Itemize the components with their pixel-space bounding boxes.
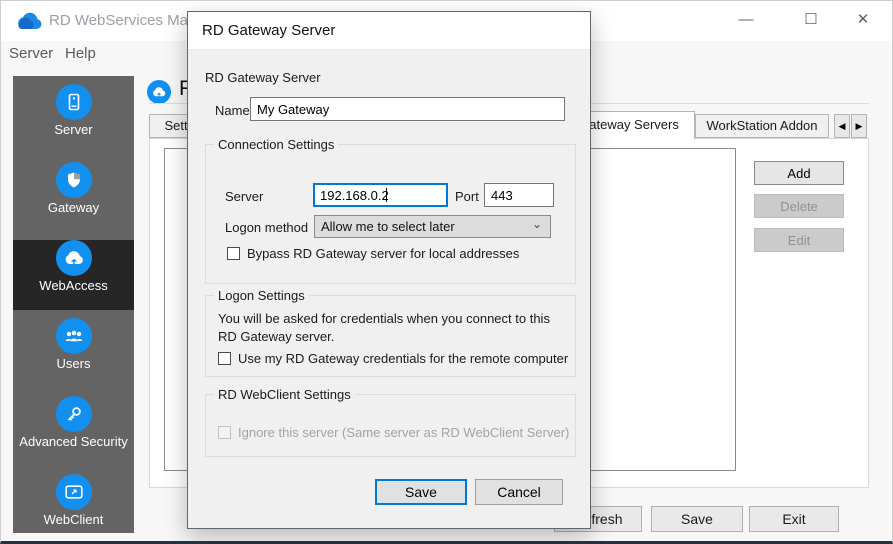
- users-icon: [56, 318, 92, 354]
- monitor-icon: [56, 474, 92, 510]
- shield-icon: [56, 162, 92, 198]
- sidebar-item-label: Gateway: [13, 200, 134, 215]
- sidebar-item-label: WebClient: [13, 512, 134, 527]
- logon-settings-group: Logon Settings You will be asked for cre…: [205, 295, 576, 377]
- sidebar-item-label: Server: [13, 122, 134, 137]
- sidebar: Server Gateway WebAccess: [13, 76, 134, 533]
- tab-scroll-right-icon[interactable]: ▶: [851, 114, 867, 138]
- server-icon: [56, 84, 92, 120]
- webclient-settings-title: RD WebClient Settings: [214, 387, 355, 402]
- use-credentials-label: Use my RD Gateway credentials for the re…: [238, 351, 568, 366]
- sidebar-item-label: WebAccess: [13, 278, 134, 293]
- sidebar-item-users[interactable]: Users: [13, 318, 134, 388]
- connection-settings-group: Connection Settings Server Port Logon me…: [205, 144, 576, 284]
- bypass-gateway-checkbox[interactable]: Bypass RD Gateway server for local addre…: [227, 246, 519, 261]
- dialog-save-button[interactable]: Save: [375, 479, 467, 505]
- dialog-title: RD Gateway Server: [202, 22, 335, 39]
- dialog-titlebar: RD Gateway Server: [188, 12, 590, 50]
- sidebar-item-label: Advanced Security: [13, 434, 134, 449]
- key-icon: [56, 396, 92, 432]
- logon-method-select[interactable]: Allow me to select later ⌄: [314, 215, 551, 238]
- sidebar-item-label: Users: [13, 356, 134, 371]
- dialog-header-label: RD Gateway Server: [205, 70, 321, 85]
- server-label: Server: [225, 189, 263, 204]
- add-button[interactable]: Add: [754, 161, 844, 185]
- connection-settings-title: Connection Settings: [214, 137, 338, 152]
- webaccess-heading-icon: [147, 80, 171, 104]
- logon-info-text: You will be asked for credentials when y…: [218, 310, 572, 346]
- port-label: Port: [455, 189, 479, 204]
- port-field[interactable]: [484, 183, 554, 207]
- exit-button[interactable]: Exit: [749, 506, 839, 532]
- rd-gateway-server-dialog: RD Gateway Server RD Gateway Server Name…: [187, 11, 591, 529]
- checkbox-box[interactable]: [227, 247, 240, 260]
- app-window: RD WebServices Manager — ☐ ✕ Server Help…: [0, 0, 893, 544]
- checkbox-box[interactable]: [218, 352, 231, 365]
- menu-server[interactable]: Server: [9, 45, 53, 62]
- server-field[interactable]: [313, 183, 448, 207]
- chevron-down-icon: ⌄: [532, 214, 542, 235]
- sidebar-item-webclient[interactable]: WebClient: [13, 474, 134, 544]
- menu-help[interactable]: Help: [65, 45, 96, 62]
- server-field-wrap: [313, 183, 448, 207]
- edit-button[interactable]: Edit: [754, 228, 844, 252]
- use-credentials-checkbox[interactable]: Use my RD Gateway credentials for the re…: [218, 351, 568, 366]
- sidebar-item-gateway[interactable]: Gateway: [13, 162, 134, 232]
- ignore-server-label: Ignore this server (Same server as RD We…: [238, 425, 569, 440]
- main-save-button[interactable]: Save: [651, 506, 743, 532]
- cloud-icon: [56, 240, 92, 276]
- tab-scroll-left-icon[interactable]: ◀: [834, 114, 850, 138]
- dialog-cancel-button[interactable]: Cancel: [475, 479, 563, 505]
- close-button[interactable]: ✕: [843, 5, 883, 35]
- text-caret: [386, 188, 387, 202]
- app-cloud-icon: [17, 12, 43, 30]
- tab-workstation-addon[interactable]: WorkStation Addon: [695, 114, 829, 138]
- sidebar-item-webaccess[interactable]: WebAccess: [13, 240, 134, 310]
- ignore-server-checkbox: Ignore this server (Same server as RD We…: [218, 425, 569, 440]
- logon-settings-title: Logon Settings: [214, 288, 309, 303]
- bypass-gateway-label: Bypass RD Gateway server for local addre…: [247, 246, 519, 261]
- sidebar-item-server[interactable]: Server: [13, 84, 134, 154]
- logon-method-label: Logon method: [225, 220, 308, 235]
- checkbox-box: [218, 426, 231, 439]
- delete-button[interactable]: Delete: [754, 194, 844, 218]
- maximize-button[interactable]: ☐: [791, 5, 831, 35]
- logon-method-value: Allow me to select later: [321, 219, 455, 234]
- name-label: Name: [215, 103, 250, 118]
- sidebar-item-advanced-security[interactable]: Advanced Security: [13, 396, 134, 466]
- name-field[interactable]: [250, 97, 565, 121]
- webclient-settings-group: RD WebClient Settings Ignore this server…: [205, 394, 576, 457]
- minimize-button[interactable]: —: [726, 5, 766, 35]
